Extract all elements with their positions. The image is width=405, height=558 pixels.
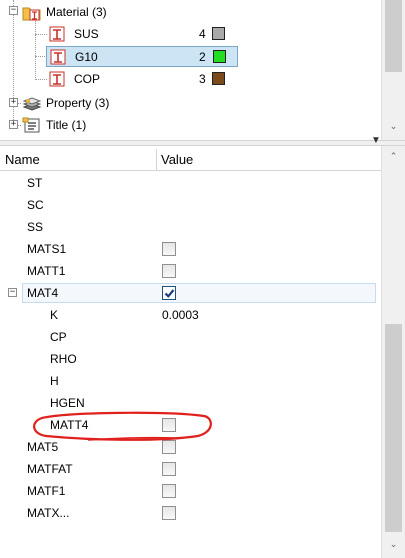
row-name: SC — [27, 198, 44, 212]
grid-row-matf1[interactable]: MATF1 — [0, 480, 381, 502]
grid-row-h[interactable]: H — [0, 370, 381, 392]
grid-scroll-up-arrow[interactable]: ⌃ — [382, 148, 405, 164]
material-icon — [48, 26, 68, 42]
grid-row-matx[interactable]: MATX... — [0, 502, 381, 524]
mat4-checkbox[interactable] — [162, 286, 176, 300]
material-name: G10 — [75, 49, 98, 64]
tree-scrollbar[interactable]: ⌄ — [381, 0, 405, 140]
k-value[interactable]: 0.0003 — [162, 308, 199, 322]
matt1-checkbox[interactable] — [162, 264, 176, 278]
row-name: MAT4 — [27, 286, 59, 300]
row-name: SS — [27, 220, 44, 234]
column-separator[interactable] — [156, 149, 157, 171]
grid-header: Name Value — [0, 149, 381, 171]
material-folder-icon — [22, 4, 42, 21]
row-name: MATX... — [27, 506, 70, 520]
grid-row-matt1[interactable]: MATT1 — [0, 260, 381, 282]
tree-connector-sus — [35, 34, 47, 35]
model-tree: − Material (3) SUS 4 G10 2 COP 3 + Prope… — [0, 0, 405, 142]
splitter-arrow-icon[interactable]: ▼ — [369, 136, 383, 146]
row-name: MATT1 — [27, 264, 66, 278]
mats1-checkbox[interactable] — [162, 242, 176, 256]
title-list-icon — [22, 117, 42, 134]
tree-node-title[interactable]: Title (1) — [22, 115, 86, 135]
grid-scroll-down-arrow[interactable]: ⌄ — [382, 536, 405, 552]
material-item-cop[interactable]: COP 3 — [48, 69, 238, 89]
matfat-checkbox[interactable] — [162, 462, 176, 476]
material-name: SUS — [74, 27, 99, 41]
tree-node-property[interactable]: Property (3) — [22, 93, 109, 113]
row-name: H — [50, 374, 59, 388]
material-collapse-toggle[interactable]: − — [9, 6, 18, 15]
property-grid: Name Value ST SC SS MATS1 MATT1 − MAT4 K… — [0, 146, 405, 558]
tree-connector-cop — [35, 79, 47, 80]
tree-node-material[interactable]: Material (3) — [22, 2, 107, 22]
row-name: RHO — [50, 352, 77, 366]
property-stack-icon — [22, 95, 42, 112]
tree-scrollbar-thumb[interactable] — [385, 0, 402, 72]
grid-row-ss[interactable]: SS — [0, 216, 381, 238]
material-icon — [48, 71, 68, 87]
material-id: 2 — [199, 50, 206, 64]
material-icon — [49, 49, 69, 65]
grid-row-matfat[interactable]: MATFAT — [0, 458, 381, 480]
material-item-g10[interactable]: G10 2 — [46, 46, 238, 67]
grid-row-sc[interactable]: SC — [0, 194, 381, 216]
material-id: 3 — [199, 72, 206, 86]
grid-row-mat4[interactable]: − MAT4 — [0, 282, 381, 304]
material-color-swatch[interactable] — [213, 50, 226, 63]
row-name: MATS1 — [27, 242, 67, 256]
grid-row-rho[interactable]: RHO — [0, 348, 381, 370]
checkmark-icon — [164, 289, 175, 298]
mat4-collapse-toggle[interactable]: − — [8, 288, 17, 297]
tree-connector-material — [35, 18, 36, 80]
title-expand-toggle[interactable]: + — [9, 120, 18, 129]
row-name: CP — [50, 330, 67, 344]
name-column-header[interactable]: Name — [5, 152, 40, 167]
mat4-row-highlight — [22, 283, 376, 303]
grid-row-mats1[interactable]: MATS1 — [0, 238, 381, 260]
annotation-ellipse — [33, 411, 212, 441]
row-name: MATFAT — [27, 462, 73, 476]
matf1-checkbox[interactable] — [162, 484, 176, 498]
grid-scrollbar-thumb[interactable] — [385, 324, 402, 532]
tree-connector-root — [13, 0, 14, 126]
grid-row-cp[interactable]: CP — [0, 326, 381, 348]
grid-scrollbar[interactable]: ⌃ ⌄ — [381, 146, 405, 558]
grid-row-st[interactable]: ST — [0, 172, 381, 194]
row-name: ST — [27, 176, 43, 190]
value-column-header[interactable]: Value — [161, 152, 193, 167]
property-node-label: Property (3) — [46, 96, 110, 110]
row-name: K — [50, 308, 59, 322]
title-node-label: Title (1) — [46, 118, 87, 132]
material-node-label: Material (3) — [46, 5, 107, 19]
property-expand-toggle[interactable]: + — [9, 98, 18, 107]
material-name: COP — [74, 72, 101, 86]
material-id: 4 — [199, 27, 206, 41]
grid-row-k[interactable]: K 0.0003 — [0, 304, 381, 326]
row-name: MATF1 — [27, 484, 66, 498]
material-color-swatch[interactable] — [212, 72, 225, 85]
matx-checkbox[interactable] — [162, 506, 176, 520]
material-color-swatch[interactable] — [212, 27, 225, 40]
material-item-sus[interactable]: SUS 4 — [48, 24, 238, 44]
tree-scroll-down-arrow[interactable]: ⌄ — [382, 118, 405, 134]
